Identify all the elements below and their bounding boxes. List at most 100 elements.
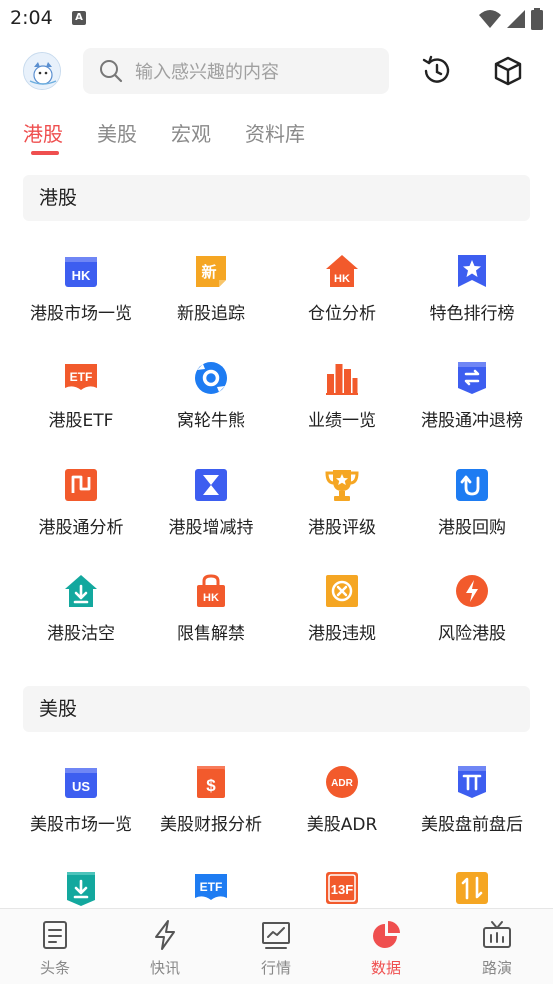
grid-item-earnings[interactable]: 业绩一览: [277, 360, 407, 450]
svg-text:新: 新: [201, 263, 216, 281]
nav-label: 快讯: [149, 959, 180, 977]
svg-text:ETF: ETF: [70, 370, 93, 384]
lightning-icon: [155, 920, 175, 950]
history-button[interactable]: [418, 52, 456, 90]
grid-item-rating[interactable]: 港股评级: [277, 467, 407, 557]
tab-hk[interactable]: 港股: [23, 118, 63, 147]
grid-item-warrant[interactable]: 窝轮牛熊: [146, 360, 276, 450]
status-time: 2:04: [10, 7, 53, 29]
cube-icon: [494, 56, 522, 86]
grid-label: 港股沽空: [47, 624, 115, 644]
section-header-us: 美股: [23, 686, 530, 732]
grid-item-adr[interactable]: ADR 美股ADR: [277, 764, 407, 854]
grid-item-ranking[interactable]: 特色排行榜: [407, 253, 537, 343]
nav-item-news[interactable]: 头条: [0, 909, 110, 984]
grid-item-lockup[interactable]: HK 限售解禁: [146, 573, 276, 663]
grid-label: 港股通分析: [38, 518, 124, 538]
grid-label: 港股回购: [438, 518, 506, 538]
grid-label: 仓位分析: [308, 304, 376, 324]
lockup-icon: HK: [197, 574, 225, 607]
tab-library[interactable]: 资料库: [245, 118, 305, 147]
search-bar[interactable]: 输入感兴趣的内容: [83, 48, 389, 94]
signal-icon: [507, 10, 525, 28]
grid-label: 美股财报分析: [160, 815, 262, 835]
ranking-icon: [458, 255, 486, 287]
avatar-image: [24, 53, 60, 89]
us-earnings-icon: $: [197, 766, 225, 798]
svg-text:$: $: [206, 776, 216, 795]
avatar[interactable]: [23, 52, 61, 90]
grid-label: 港股违规: [308, 624, 376, 644]
tab-us[interactable]: 美股: [97, 118, 137, 147]
status-bar: 2:04 A: [0, 0, 553, 38]
position-analysis-icon: HK: [326, 255, 358, 287]
grid-item-connect-analysis[interactable]: 港股通分析: [16, 467, 146, 557]
us-etf-icon: ETF: [195, 874, 227, 900]
updown-icon: [456, 872, 488, 904]
svg-text:ETF: ETF: [200, 880, 223, 894]
grid-label: 特色排行榜: [429, 304, 515, 324]
grid-item-us-market[interactable]: US 美股市场一览: [16, 764, 146, 854]
us-download-icon: [67, 872, 95, 906]
connect-rank-icon: [458, 362, 486, 394]
status-icons: [479, 8, 543, 30]
nav-label: 头条: [39, 959, 70, 977]
svg-text:HK: HK: [334, 273, 350, 285]
battery-icon: [531, 8, 543, 30]
nav-item-flash[interactable]: 快讯: [110, 909, 220, 984]
svg-text:ADR: ADR: [331, 778, 353, 789]
grid-item-premarket[interactable]: 美股盘前盘后: [407, 764, 537, 854]
grid-item-short-sell[interactable]: 港股沽空: [16, 573, 146, 663]
news-icon: [43, 921, 67, 949]
connect-analysis-icon: [65, 469, 97, 501]
wifi-icon: [479, 10, 501, 28]
grid-label: 窝轮牛熊: [177, 411, 245, 431]
grid-label: 美股ADR: [306, 815, 378, 835]
grid-item-new-stock[interactable]: 新 新股追踪: [146, 253, 276, 343]
grid-item-buyback[interactable]: 港股回购: [407, 467, 537, 557]
nav-item-market[interactable]: 行情: [221, 909, 331, 984]
grid-label: 美股盘前盘后: [421, 815, 523, 835]
bottom-nav: 头条 快讯 行情 数据 路演: [0, 908, 553, 984]
violation-icon: [326, 575, 358, 607]
risk-icon: [456, 575, 488, 607]
svg-text:13F: 13F: [331, 882, 353, 897]
grid-item-holding-change[interactable]: 港股增减持: [146, 467, 276, 557]
svg-text:US: US: [72, 779, 90, 794]
tab-macro[interactable]: 宏观: [171, 118, 211, 147]
etf-icon: ETF: [65, 364, 97, 390]
pie-chart-icon: [373, 921, 400, 948]
grid-item-risk[interactable]: 风险港股: [407, 573, 537, 663]
svg-text:HK: HK: [72, 268, 91, 283]
nav-item-roadshow[interactable]: 路演: [442, 909, 552, 984]
buyback-icon: [456, 469, 488, 501]
adr-icon: ADR: [326, 766, 358, 798]
grid-label: 新股追踪: [177, 304, 245, 324]
grid-label: 美股市场一览: [30, 815, 132, 835]
search-icon: [100, 60, 123, 83]
grid-label: 风险港股: [438, 624, 506, 644]
holding-change-icon: [195, 469, 227, 501]
nav-label: 数据: [370, 959, 401, 977]
new-stock-icon: 新: [196, 256, 226, 287]
grid-label: 港股ETF: [48, 411, 114, 431]
grid-item-position-analysis[interactable]: HK 仓位分析: [277, 253, 407, 343]
grid-label: 限售解禁: [177, 624, 245, 644]
market-chart-icon: [262, 922, 290, 949]
nav-item-data[interactable]: 数据: [331, 909, 441, 984]
notification-badge: A: [72, 11, 86, 25]
grid-label: 港股通冲退榜: [421, 411, 523, 431]
section-header-hk: 港股: [23, 175, 530, 221]
grid-label: 港股增减持: [168, 518, 254, 538]
grid-item-hk-etf[interactable]: ETF 港股ETF: [16, 360, 146, 450]
grid-item-connect-rank[interactable]: 港股通冲退榜: [407, 360, 537, 450]
grid-item-violation[interactable]: 港股违规: [277, 573, 407, 663]
grid-item-hk-market[interactable]: HK 港股市场一览: [16, 253, 146, 343]
top-header: 输入感兴趣的内容: [0, 38, 553, 104]
cube-button[interactable]: [489, 52, 527, 90]
grid-item-us-earnings[interactable]: $ 美股财报分析: [146, 764, 276, 854]
us-market-icon: US: [65, 768, 97, 798]
13f-icon: 13F: [326, 872, 358, 904]
hk-market-icon: HK: [65, 257, 97, 287]
grid-label: 业绩一览: [308, 411, 376, 431]
